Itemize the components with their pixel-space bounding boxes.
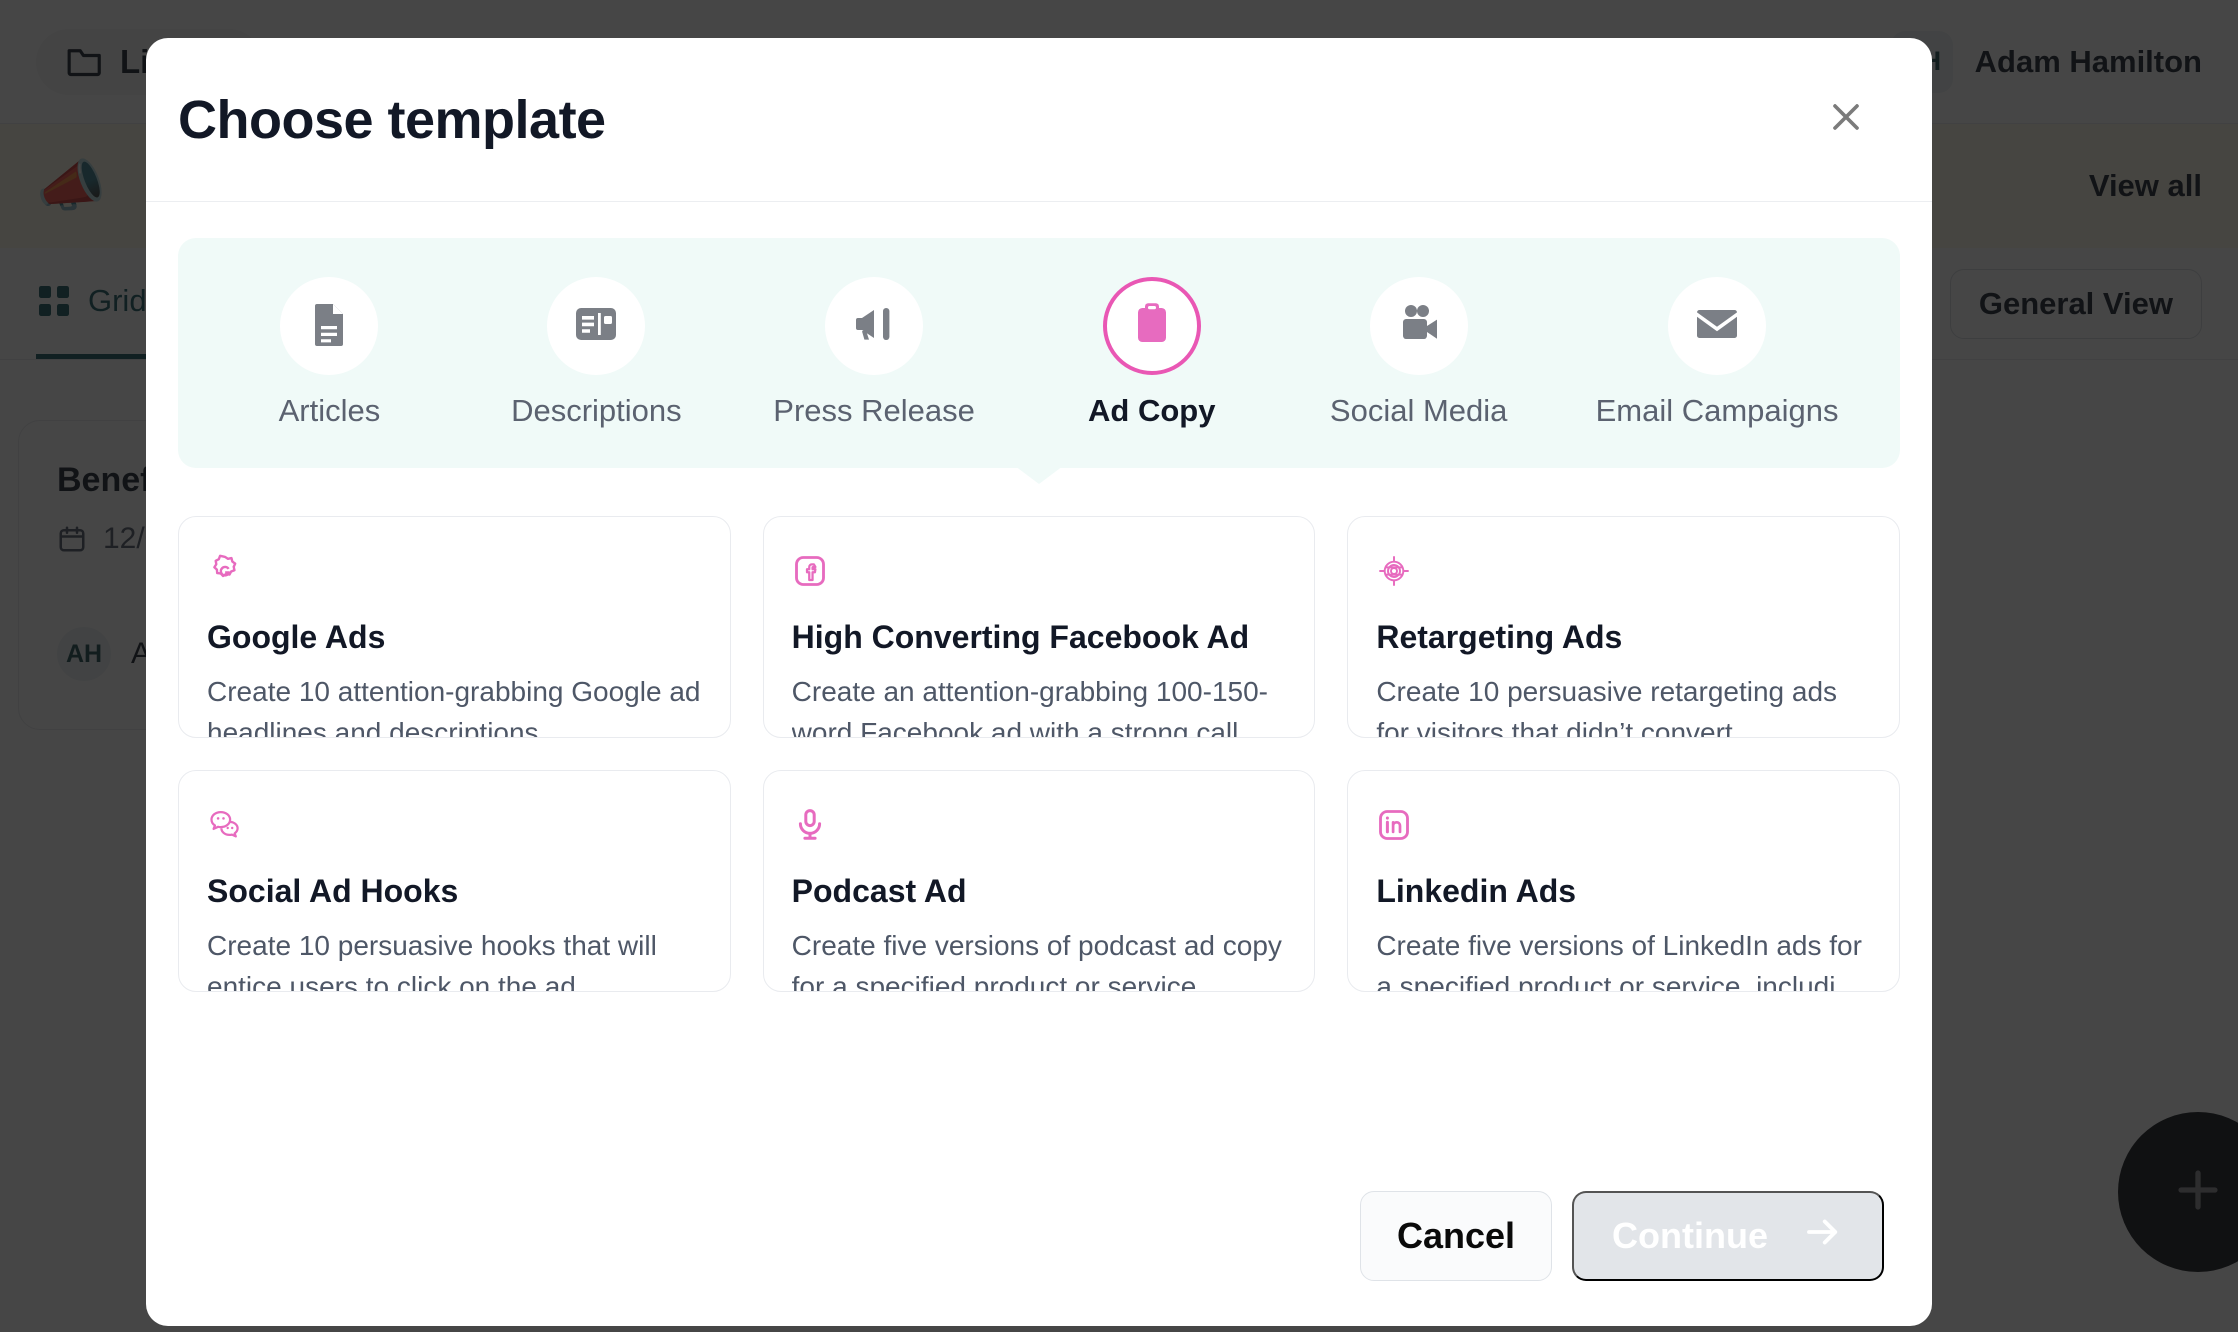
page-title: Choose template [178,89,606,150]
template-title: Podcast Ad [791,873,967,909]
modal-header: Choose template [146,38,1932,202]
continue-button[interactable]: Continue [1572,1191,1884,1281]
category-icon-wrapper [547,277,646,375]
category-icon-wrapper [1102,277,1201,375]
category-articles[interactable]: Articles [239,277,419,429]
modal-body: Articles Descriptions Press Release Ad C… [146,202,1932,1146]
template-card-facebook-ad[interactable]: High Converting Facebook Ad Create an at… [762,516,1316,738]
category-icon-wrapper [825,277,924,375]
category-label: Articles [278,393,381,428]
category-icon-wrapper [1369,277,1468,375]
template-title: Social Ad Hooks [207,873,459,909]
template-grid: Google Ads Create 10 attention-grabbing … [178,516,1900,992]
close-icon [1824,95,1868,144]
modal-footer: Cancel Continue [146,1146,1932,1326]
category-label: Descriptions [511,393,682,428]
template-title: Retargeting Ads [1376,619,1623,655]
megaphone-icon [850,300,898,353]
category-label: Ad Copy [1088,393,1216,428]
cancel-button[interactable]: Cancel [1359,1191,1553,1281]
category-ad-copy[interactable]: Ad Copy [1062,277,1242,429]
category-icon-wrapper [1668,277,1767,375]
google-gear-icon [207,553,702,589]
facebook-icon [792,553,1287,589]
category-strip: Articles Descriptions Press Release Ad C… [178,238,1900,468]
category-label: Social Media [1329,393,1508,428]
template-description: Create 10 persuasive retargeting ads for… [1376,676,1838,737]
template-card-retargeting-ads[interactable]: Retargeting Ads Create 10 persuasive ret… [1347,516,1900,738]
template-description: Create five versions of LinkedIn ads for… [1376,930,1862,991]
category-label: Press Release [773,393,975,428]
chat-bubbles-icon [207,807,702,843]
template-card-linkedin-ads[interactable]: Linkedin Ads Create five versions of Lin… [1347,770,1900,992]
continue-button-label: Continue [1612,1215,1768,1256]
template-title: High Converting Facebook Ad [791,619,1250,655]
envelope-icon [1693,300,1741,353]
template-description: Create 10 attention-grabbing Google ad h… [207,676,701,737]
template-description: Create an attention-grabbing 100-150-wor… [791,676,1268,737]
category-descriptions[interactable]: Descriptions [506,277,686,429]
template-title: Linkedin Ads [1376,873,1577,909]
target-icon [1376,553,1871,589]
video-icon [1395,300,1443,353]
article-icon [572,300,620,353]
arrow-right-icon [1802,1211,1844,1262]
template-card-podcast-ad[interactable]: Podcast Ad Create five versions of podca… [762,770,1316,992]
template-description: Create five versions of podcast ad copy … [791,930,1282,991]
document-icon [305,300,353,353]
linkedin-icon [1376,807,1871,843]
template-card-social-ad-hooks[interactable]: Social Ad Hooks Create 10 persuasive hoo… [178,770,731,992]
category-social-media[interactable]: Social Media [1329,277,1509,429]
clipboard-icon [1128,300,1176,353]
template-card-google-ads[interactable]: Google Ads Create 10 attention-grabbing … [178,516,731,738]
template-description: Create 10 persuasive hooks that will ent… [207,930,657,991]
category-icon-wrapper [280,277,379,375]
category-label: Email Campaigns [1595,393,1839,428]
category-press-release[interactable]: Press Release [773,277,975,429]
template-title: Google Ads [207,619,386,655]
choose-template-modal: Choose template Articles Descriptions Pr… [146,38,1932,1326]
close-button[interactable] [1814,88,1878,152]
microphone-icon [792,807,1287,843]
category-email-campaigns[interactable]: Email Campaigns [1596,277,1839,429]
